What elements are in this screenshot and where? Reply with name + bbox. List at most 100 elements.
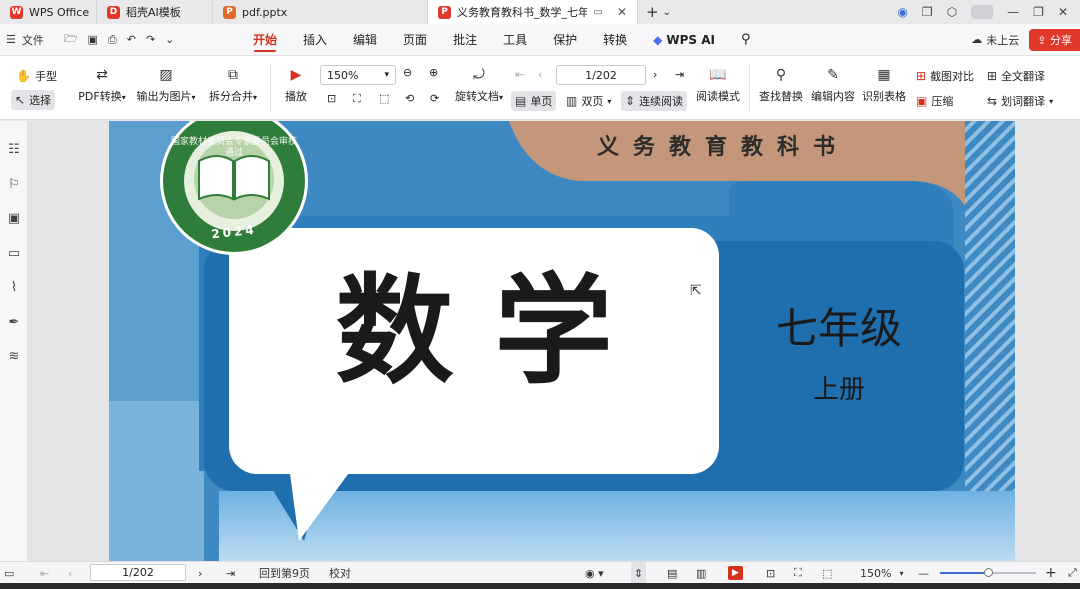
chevron-down-icon[interactable]: ⌄ bbox=[663, 7, 671, 18]
file-menu[interactable]: 文件 bbox=[22, 32, 44, 48]
zoom-out-icon[interactable]: ⊖ bbox=[403, 66, 412, 79]
rotate-document-button[interactable]: ⤾ 旋转文档▾ bbox=[453, 66, 505, 104]
export-image-button[interactable]: ▨ 输出为图片▾ bbox=[135, 66, 197, 104]
new-tab-button[interactable]: + ⌄ bbox=[638, 0, 679, 24]
close-tab-icon[interactable]: ✕ bbox=[617, 5, 627, 19]
comment-icon[interactable]: ▭ bbox=[6, 245, 22, 261]
chevron-down-icon[interactable]: ⌄ bbox=[165, 33, 174, 46]
word-translate-button[interactable]: ⇆ 划词翻译 ▾ bbox=[987, 93, 1053, 109]
zoom-out-icon[interactable]: — bbox=[918, 562, 929, 584]
redo-icon[interactable]: ↷ bbox=[146, 33, 155, 46]
recognize-table-button[interactable]: ▦ 识别表格 bbox=[862, 66, 906, 104]
recognize-table-label: 识别表格 bbox=[862, 90, 906, 103]
tab-pdf-pptx[interactable]: P pdf.pptx bbox=[213, 0, 428, 24]
next-page-icon[interactable]: › bbox=[653, 68, 657, 81]
assistant-icon[interactable]: ◉ bbox=[897, 5, 907, 19]
menu-start[interactable]: 开始 bbox=[240, 24, 290, 56]
search-icon[interactable]: ⚲ bbox=[728, 24, 764, 56]
menu-convert[interactable]: 转换 bbox=[590, 24, 640, 56]
menu-page[interactable]: 页面 bbox=[390, 24, 440, 56]
fullscreen-icon[interactable]: ⤢ bbox=[1068, 562, 1077, 584]
attachment-icon[interactable]: ⌇ bbox=[6, 279, 22, 295]
fit-page-icon[interactable]: ⛶ bbox=[353, 92, 361, 106]
menu-annotate[interactable]: 批注 bbox=[440, 24, 490, 56]
outline-icon[interactable]: ☷ bbox=[6, 141, 22, 157]
bookmark-icon[interactable]: ⚐ bbox=[6, 176, 22, 192]
zoom-in-icon[interactable]: + bbox=[1045, 562, 1057, 584]
play-button[interactable]: ▶ 播放 bbox=[282, 66, 310, 104]
zoom-slider[interactable] bbox=[940, 562, 1036, 584]
save-icon[interactable]: ▣ bbox=[88, 33, 98, 46]
hand-tool-button[interactable]: ✋ 手型 bbox=[16, 68, 57, 84]
find-replace-button[interactable]: ⚲ 查找替换 bbox=[759, 66, 803, 104]
monitor-icon[interactable]: ▭ bbox=[593, 7, 602, 18]
document-canvas[interactable]: 义务教育教科书 2024 国家教材委员会专家委员会审核通过 数 学 七年级 上册… bbox=[28, 121, 1080, 561]
menu-wps-ai[interactable]: ◆ WPS AI bbox=[640, 24, 728, 56]
status-zoom-select[interactable]: 150% ▾ bbox=[860, 562, 903, 584]
screenshot-compare-button[interactable]: ⊞ 截图对比 bbox=[916, 68, 974, 84]
single-page-button[interactable]: ▤ 单页 bbox=[511, 91, 557, 111]
actual-size-icon[interactable]: ⊡ bbox=[766, 562, 775, 584]
tab-textbook-pdf[interactable]: P 义务教育教科书_数学_七年级 ▭ ✕ bbox=[428, 0, 638, 24]
proofread-button[interactable]: 校对 bbox=[329, 562, 351, 584]
full-translate-button[interactable]: ⊞ 全文翻译 bbox=[987, 68, 1045, 84]
tab-label: pdf.pptx bbox=[242, 5, 288, 19]
menu-protect[interactable]: 保护 bbox=[540, 24, 590, 56]
avatar[interactable] bbox=[971, 5, 994, 19]
tab-wps-office[interactable]: W WPS Office bbox=[0, 0, 97, 24]
hamburger-icon[interactable]: ☰ bbox=[6, 33, 16, 46]
cube-icon[interactable]: ⬡ bbox=[947, 5, 957, 19]
last-page-icon[interactable]: ⇥ bbox=[675, 68, 684, 81]
page-number-input[interactable]: 1/202 bbox=[556, 65, 646, 85]
layers-icon[interactable]: ≋ bbox=[6, 348, 22, 364]
split-merge-button[interactable]: ⧉ 拆分合并▾ bbox=[206, 66, 260, 104]
eye-icon[interactable]: ◉ ▾ bbox=[585, 562, 604, 584]
double-page-label: 双页 bbox=[581, 95, 604, 108]
status-page-input[interactable]: 1/202 bbox=[90, 564, 186, 581]
fit-page-icon[interactable]: ⛶ bbox=[794, 562, 802, 584]
minimize-icon[interactable]: — bbox=[1007, 5, 1019, 19]
continuous-view-icon[interactable]: ⇕ bbox=[631, 562, 647, 584]
previous-page-icon[interactable]: ‹ bbox=[538, 68, 542, 81]
zoom-select[interactable]: 150% ▾ bbox=[320, 65, 396, 85]
rotate-right-icon[interactable]: ⟳ bbox=[430, 92, 439, 105]
signature-icon[interactable]: ✒ bbox=[6, 314, 22, 330]
menu-insert[interactable]: 插入 bbox=[290, 24, 340, 56]
menu-tools[interactable]: 工具 bbox=[490, 24, 540, 56]
first-page-icon[interactable]: ⇤ bbox=[40, 562, 49, 584]
single-view-icon[interactable]: ▤ bbox=[667, 562, 677, 584]
thumbnail-icon[interactable]: ▣ bbox=[6, 210, 22, 226]
tab-daoke-templates[interactable]: D 稻壳AI模板 bbox=[97, 0, 213, 24]
actual-size-icon[interactable]: ⊡ bbox=[327, 92, 336, 105]
menu-edit[interactable]: 编辑 bbox=[340, 24, 390, 56]
continuous-reading-button[interactable]: ⇕ 连续阅读 bbox=[621, 91, 688, 111]
zoom-slider-thumb[interactable] bbox=[984, 568, 993, 577]
last-page-icon[interactable]: ⇥ bbox=[226, 562, 235, 584]
compress-button[interactable]: ▣ 压缩 bbox=[916, 93, 953, 109]
close-window-icon[interactable]: ✕ bbox=[1058, 5, 1068, 19]
window-icon[interactable]: ❐ bbox=[922, 5, 933, 19]
zoom-in-icon[interactable]: ⊕ bbox=[429, 66, 438, 79]
first-page-icon[interactable]: ⇤ bbox=[515, 68, 524, 81]
back-to-page-link[interactable]: 回到第9页 bbox=[259, 562, 310, 584]
next-page-icon[interactable]: › bbox=[198, 562, 202, 584]
share-button[interactable]: ⇪ 分享 bbox=[1029, 28, 1080, 51]
print-icon[interactable]: ⎙ bbox=[108, 33, 117, 47]
undo-icon[interactable]: ↶ bbox=[127, 33, 136, 46]
read-mode-button[interactable]: 📖 阅读模式 bbox=[696, 66, 740, 104]
play-slideshow-icon[interactable]: ▶ bbox=[728, 566, 743, 580]
fit-width-icon[interactable]: ⬚ bbox=[822, 562, 832, 584]
rotate-left-icon[interactable]: ⟲ bbox=[405, 92, 414, 105]
fit-width-icon[interactable]: ⬚ bbox=[379, 92, 389, 105]
double-page-button[interactable]: ▥ 双页 ▾ bbox=[566, 93, 611, 109]
open-folder-icon[interactable]: 🗁 bbox=[64, 30, 78, 49]
sidebar-toggle-icon[interactable]: ▭ bbox=[4, 562, 14, 584]
edit-content-button[interactable]: ✎ 编辑内容 bbox=[811, 66, 855, 104]
series-title: 义务教育教科书 bbox=[597, 134, 850, 160]
pdf-convert-button[interactable]: ⇄ PDF转换▾ bbox=[76, 66, 128, 104]
previous-page-icon[interactable]: ‹ bbox=[68, 562, 72, 584]
restore-icon[interactable]: ❐ bbox=[1033, 5, 1044, 19]
cloud-status[interactable]: ☁ 未上云 bbox=[971, 32, 1019, 48]
double-view-icon[interactable]: ▥ bbox=[696, 562, 706, 584]
select-tool-button[interactable]: ↖ 选择 bbox=[11, 90, 56, 110]
